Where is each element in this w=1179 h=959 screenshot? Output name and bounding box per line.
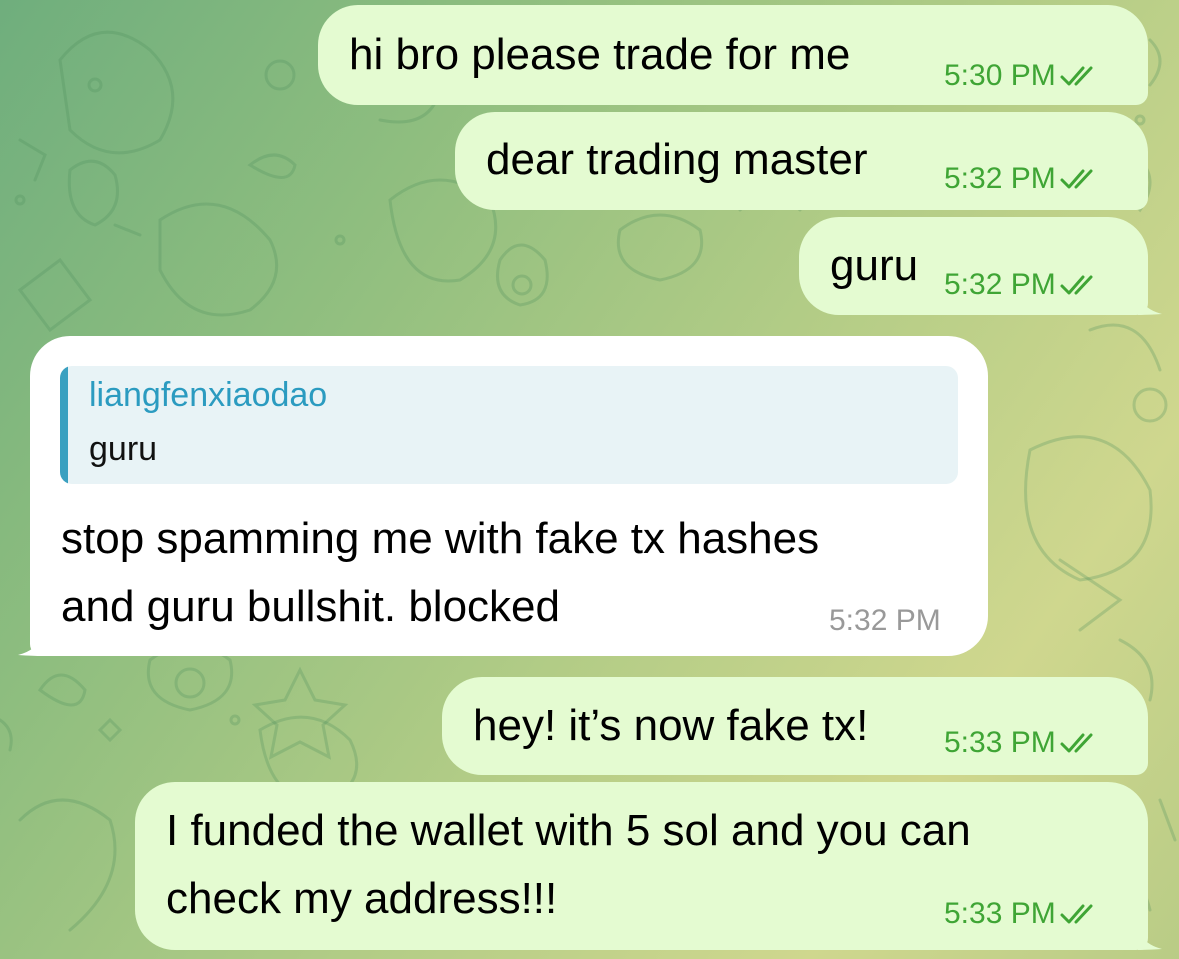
reply-sender-name: liangfenxiaodao (89, 376, 328, 414)
double-check-icon (1060, 904, 1093, 924)
message-text-line: check my address!!! (166, 874, 558, 923)
message-text-line: and guru bullshit. blocked (61, 582, 560, 631)
bubble-tail (1138, 293, 1162, 315)
message-bubble-outgoing[interactable]: hi bro please trade for me 5:30 PM (318, 5, 1148, 105)
message-meta: 5:32 PM (944, 162, 1104, 196)
message-text: dear trading master (486, 135, 868, 184)
message-text-line: stop spamming me with fake tx hashes (61, 514, 820, 563)
message-meta: 5:32 PM (829, 604, 941, 638)
message-text: guru (830, 241, 919, 290)
double-check-icon (1060, 733, 1093, 753)
message-meta: 5:30 PM (944, 59, 1104, 93)
reply-accent-bar (60, 366, 68, 484)
reply-preview[interactable]: liangfenxiaodao guru (60, 366, 958, 484)
message-list[interactable]: hi bro please trade for me 5:30 PM dear … (0, 0, 1179, 959)
message-time: 5:30 PM (944, 59, 1056, 92)
message-time: 5:32 PM (829, 604, 941, 637)
message-bubble-incoming[interactable]: liangfenxiaodao guru stop spamming me wi… (30, 336, 988, 656)
message-meta: 5:33 PM (944, 726, 1104, 760)
message-meta: 5:32 PM (944, 268, 1104, 302)
message-text: hi bro please trade for me (349, 30, 851, 79)
double-check-icon (1060, 169, 1093, 189)
reply-quoted-text: guru (89, 430, 158, 468)
message-bubble-outgoing[interactable]: dear trading master 5:32 PM (455, 112, 1148, 210)
double-check-icon (1060, 66, 1093, 86)
message-text: hey! it’s now fake tx! (473, 701, 869, 750)
message-time: 5:32 PM (944, 162, 1056, 195)
message-text-line: I funded the wallet with 5 sol and you c… (166, 806, 971, 855)
message-bubble-outgoing[interactable]: guru 5:32 PM (799, 217, 1148, 315)
bubble-tail (18, 634, 42, 656)
message-meta: 5:33 PM (944, 897, 1104, 931)
message-bubble-outgoing[interactable]: hey! it’s now fake tx! 5:33 PM (442, 677, 1148, 775)
message-time: 5:32 PM (944, 268, 1056, 301)
message-time: 5:33 PM (944, 897, 1056, 930)
message-time: 5:33 PM (944, 726, 1056, 759)
bubble-tail (1138, 928, 1162, 950)
message-bubble-outgoing[interactable]: I funded the wallet with 5 sol and you c… (135, 782, 1148, 950)
double-check-icon (1060, 275, 1093, 295)
